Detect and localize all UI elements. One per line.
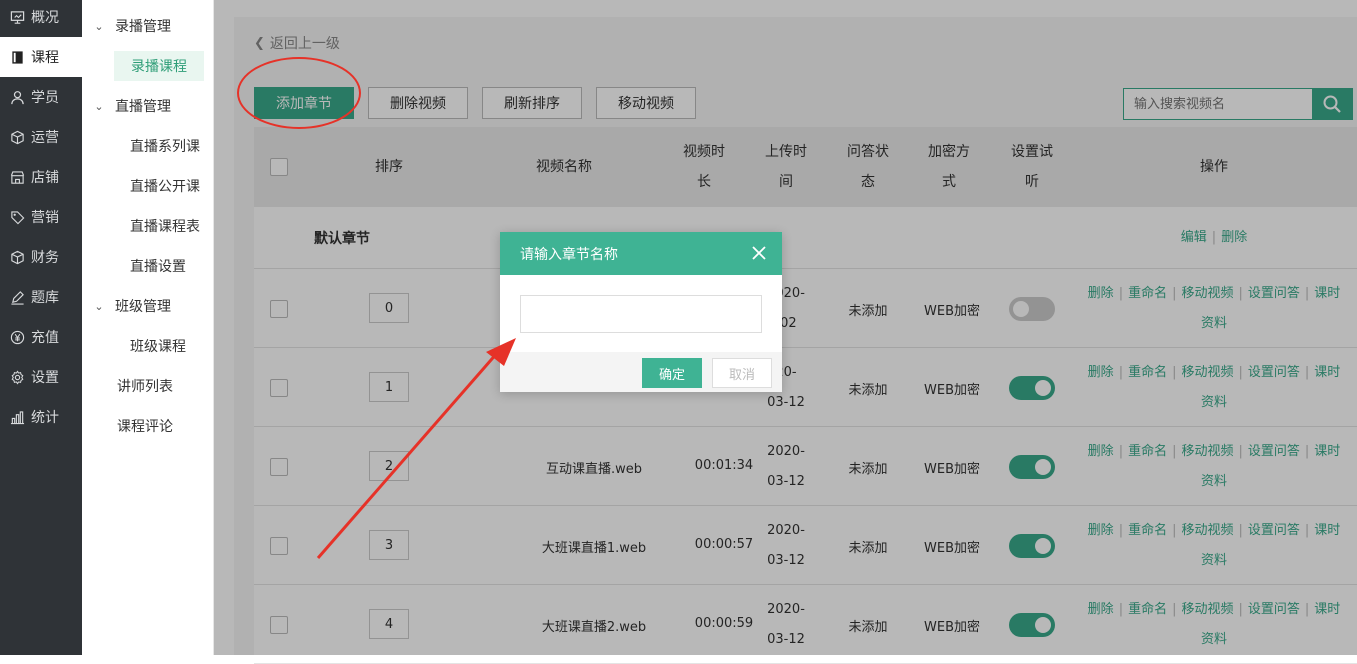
nav-label: 概况 [31, 10, 59, 26]
dialog-header: 请输入章节名称 [500, 232, 782, 275]
subnav-group-label: 录播管理 [115, 19, 171, 35]
tag-icon [9, 209, 25, 225]
annotation-circle [237, 57, 361, 129]
chapter-name-dialog: 请输入章节名称 确定 取消 [500, 232, 782, 392]
nav-label: 店铺 [31, 170, 59, 186]
nav-item-question-bank[interactable]: 题库 [0, 277, 82, 317]
nav-label: 课程 [31, 50, 59, 66]
store-icon [9, 169, 25, 185]
book-icon [9, 49, 25, 65]
sub-nav: ⌄ 录播管理 录播课程 ⌄ 直播管理 直播系列课 直播公开课 直播课程表 直播设… [82, 0, 214, 655]
nav-item-marketing[interactable]: 营销 [0, 197, 82, 237]
nav-item-finance[interactable]: 财务 [0, 237, 82, 277]
dialog-footer: 确定 取消 [500, 352, 782, 392]
nav-label: 运营 [31, 130, 59, 146]
box-icon [9, 249, 25, 265]
subnav-item-teachers[interactable]: 讲师列表 [117, 376, 173, 396]
close-icon[interactable] [750, 244, 768, 262]
subnav-item-live-schedule[interactable]: 直播课程表 [130, 216, 200, 236]
pen-icon [9, 289, 25, 305]
subnav-item-reviews[interactable]: 课程评论 [117, 416, 173, 436]
chevron-down-icon: ⌄ [94, 99, 104, 113]
modal-overlay [214, 0, 1357, 655]
subnav-group-recorded[interactable]: ⌄ 录播管理 [92, 16, 171, 36]
nav-label: 营销 [31, 210, 59, 226]
nav-label: 学员 [31, 90, 59, 106]
overview-icon [9, 9, 25, 25]
nav-label: 题库 [31, 290, 59, 306]
main-nav: 概况 课程 学员 运营 店铺 营销 财务 题库 充值 设置 统计 [0, 0, 82, 655]
yen-icon [9, 329, 25, 345]
nav-item-course[interactable]: 课程 [0, 37, 82, 77]
nav-label: 统计 [31, 410, 59, 426]
nav-label: 充值 [31, 330, 59, 346]
nav-label: 设置 [31, 370, 59, 386]
nav-item-stats[interactable]: 统计 [0, 397, 82, 437]
nav-item-student[interactable]: 学员 [0, 77, 82, 117]
gear-icon [9, 369, 25, 385]
chart-icon [9, 409, 25, 425]
cancel-button[interactable]: 取消 [712, 358, 772, 388]
subnav-group-live[interactable]: ⌄ 直播管理 [92, 96, 171, 116]
subnav-group-label: 直播管理 [115, 99, 171, 115]
subnav-item-recorded-courses[interactable]: 录播课程 [114, 51, 204, 81]
box-icon [9, 129, 25, 145]
subnav-item-live-settings[interactable]: 直播设置 [130, 256, 186, 276]
nav-item-settings[interactable]: 设置 [0, 357, 82, 397]
nav-item-recharge[interactable]: 充值 [0, 317, 82, 357]
subnav-group-class[interactable]: ⌄ 班级管理 [92, 296, 171, 316]
nav-item-operation[interactable]: 运营 [0, 117, 82, 157]
chevron-down-icon: ⌄ [94, 299, 104, 313]
subnav-group-label: 班级管理 [115, 299, 171, 315]
user-icon [9, 89, 25, 105]
subnav-item-class-courses[interactable]: 班级课程 [130, 336, 186, 356]
confirm-button[interactable]: 确定 [642, 358, 702, 388]
subnav-item-live-open[interactable]: 直播公开课 [130, 176, 200, 196]
chapter-name-input[interactable] [520, 295, 762, 333]
chevron-down-icon: ⌄ [94, 19, 104, 33]
dialog-title: 请输入章节名称 [520, 246, 618, 263]
nav-item-store[interactable]: 店铺 [0, 157, 82, 197]
subnav-item-live-series[interactable]: 直播系列课 [130, 136, 200, 156]
nav-label: 财务 [31, 250, 59, 266]
nav-item-overview[interactable]: 概况 [0, 0, 82, 37]
